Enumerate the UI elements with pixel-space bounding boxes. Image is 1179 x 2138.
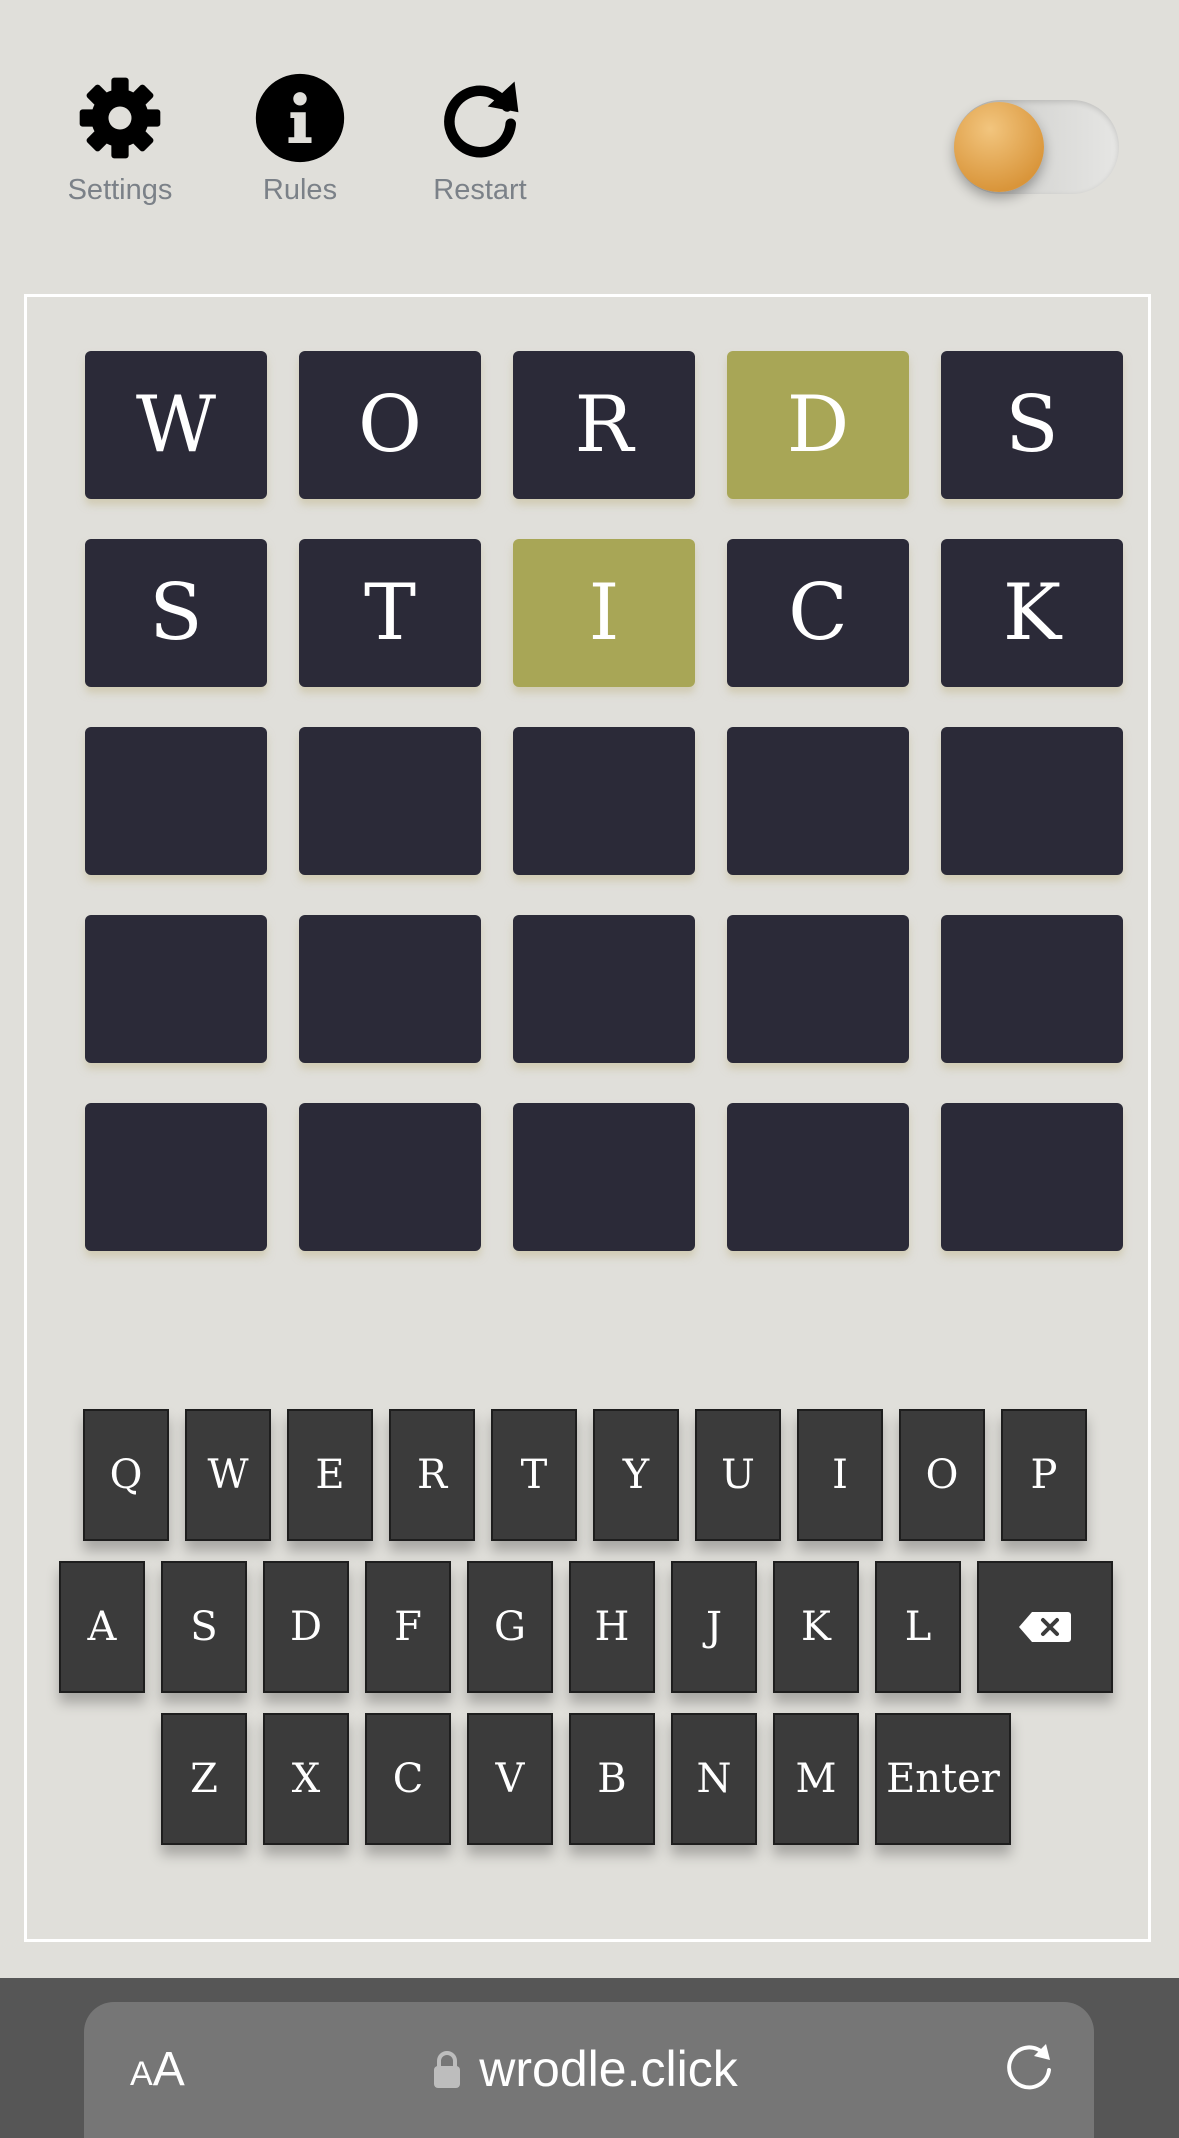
key-m[interactable]: M: [773, 1713, 859, 1845]
key-p[interactable]: P: [1001, 1409, 1087, 1541]
key-d[interactable]: D: [263, 1561, 349, 1693]
key-e[interactable]: E: [287, 1409, 373, 1541]
key-c[interactable]: C: [365, 1713, 451, 1845]
key-t[interactable]: T: [491, 1409, 577, 1541]
grid-tile: [941, 727, 1123, 875]
key-o[interactable]: O: [899, 1409, 985, 1541]
toolbar: Settings Rules Restart: [0, 0, 1179, 260]
settings-label: Settings: [67, 174, 173, 206]
settings-button[interactable]: Settings: [50, 70, 190, 207]
enter-key[interactable]: Enter: [875, 1713, 1011, 1845]
key-l[interactable]: L: [875, 1561, 961, 1693]
key-a[interactable]: A: [59, 1561, 145, 1693]
key-x[interactable]: X: [263, 1713, 349, 1845]
key-b[interactable]: B: [569, 1713, 655, 1845]
restart-icon: [444, 81, 519, 158]
grid-tile: K: [941, 539, 1123, 687]
grid-tile: [299, 1103, 481, 1251]
grid-tile: [85, 915, 267, 1063]
grid-tile: W: [85, 351, 267, 499]
key-f[interactable]: F: [365, 1561, 451, 1693]
backspace-icon: [1019, 1612, 1071, 1642]
grid-tile: [727, 915, 909, 1063]
grid-tile: R: [513, 351, 695, 499]
grid-tile: [941, 915, 1123, 1063]
grid-tile: [727, 1103, 909, 1251]
grid-tile: C: [727, 539, 909, 687]
backspace-key[interactable]: [977, 1561, 1113, 1693]
rules-label: Rules: [262, 174, 338, 206]
gear-icon: [79, 77, 161, 159]
key-g[interactable]: G: [467, 1561, 553, 1693]
key-u[interactable]: U: [695, 1409, 781, 1541]
grid-tile: D: [727, 351, 909, 499]
grid-tile: [727, 727, 909, 875]
restart-label: Restart: [433, 174, 527, 206]
key-n[interactable]: N: [671, 1713, 757, 1845]
key-q[interactable]: Q: [83, 1409, 169, 1541]
grid-tile: S: [941, 351, 1123, 499]
grid-tile: [513, 727, 695, 875]
grid-tile: [941, 1103, 1123, 1251]
info-icon: [255, 73, 345, 163]
grid-tile: O: [299, 351, 481, 499]
grid-tile: S: [85, 539, 267, 687]
grid-tile: [299, 727, 481, 875]
grid-tile: [513, 915, 695, 1063]
grid-tile: I: [513, 539, 695, 687]
grid-tile: [299, 915, 481, 1063]
toggle-knob: [954, 102, 1044, 192]
grid-tile: [85, 1103, 267, 1251]
key-j[interactable]: J: [671, 1561, 757, 1693]
theme-toggle[interactable]: [954, 100, 1119, 194]
key-z[interactable]: Z: [161, 1713, 247, 1845]
key-v[interactable]: V: [467, 1713, 553, 1845]
key-h[interactable]: H: [569, 1561, 655, 1693]
key-s[interactable]: S: [161, 1561, 247, 1693]
restart-button[interactable]: Restart: [410, 70, 550, 207]
rules-button[interactable]: Rules: [230, 70, 370, 207]
key-r[interactable]: R: [389, 1409, 475, 1541]
grid-tile: [513, 1103, 695, 1251]
key-k[interactable]: K: [773, 1561, 859, 1693]
key-i[interactable]: I: [797, 1409, 883, 1541]
key-y[interactable]: Y: [593, 1409, 679, 1541]
grid-tile: T: [299, 539, 481, 687]
game-board: WORDSSTICK Q W E R T Y U I O P A S D F G H J K L Z X C V B N M Ent…: [24, 294, 1151, 1942]
key-w[interactable]: W: [185, 1409, 271, 1541]
grid-tile: [85, 727, 267, 875]
reload-icon[interactable]: [1002, 2038, 1058, 2094]
